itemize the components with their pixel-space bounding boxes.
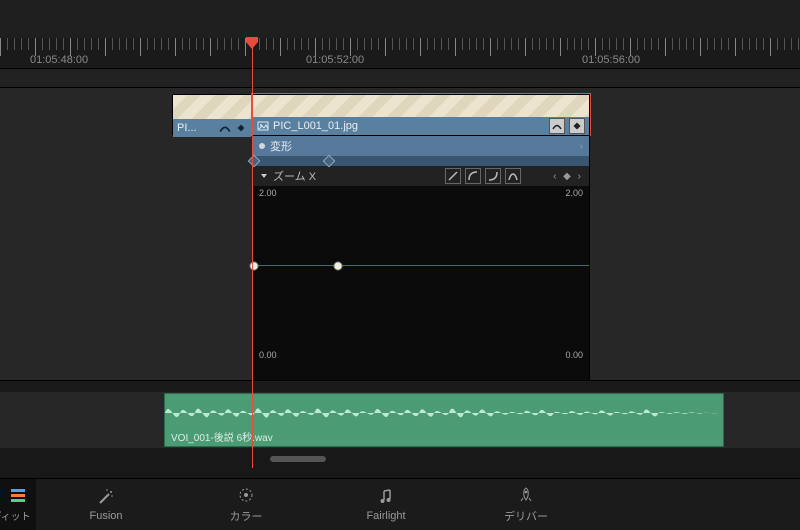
tab-deliver[interactable]: デリバー: [456, 479, 596, 530]
interp-linear-button[interactable]: [445, 168, 461, 184]
kf-dot-1[interactable]: [334, 262, 343, 271]
video-clip-a[interactable]: PI...: [172, 94, 252, 135]
kf-curve-line: [253, 265, 589, 266]
tab-edit[interactable]: ディット: [0, 479, 36, 530]
kf-section-label: 変形: [270, 138, 292, 154]
tab-fairlight-label: Fairlight: [366, 510, 405, 522]
tab-deliver-label: デリバー: [504, 508, 548, 524]
ruler-tc-0: 01:05:48:00: [30, 54, 88, 66]
tab-fairlight[interactable]: Fairlight: [316, 479, 456, 530]
color-wheel-icon: [237, 486, 255, 504]
dropdown-icon[interactable]: [259, 171, 269, 181]
ruler-tc-2: 01:05:56:00: [582, 54, 640, 66]
video-clip-b[interactable]: PIC_L001_01.jpg: [252, 94, 590, 135]
video-track-header-lane: [0, 68, 800, 88]
horizontal-scrollbar[interactable]: [270, 456, 326, 462]
kf-param-row: ズーム X ‹ ◆ ›: [253, 166, 589, 186]
interp-easein-button[interactable]: [465, 168, 481, 184]
tab-fusion[interactable]: Fusion: [36, 479, 176, 530]
edit-icon: [9, 486, 27, 504]
playhead-line[interactable]: [252, 38, 253, 468]
chevron-right-icon[interactable]: ›: [580, 141, 583, 152]
clip-a-diamond-icon[interactable]: [235, 122, 247, 134]
kf-marker-1[interactable]: [324, 156, 334, 166]
top-strip: [0, 0, 800, 38]
clip-b-filename: PIC_L001_01.jpg: [273, 120, 358, 132]
kf-param-label[interactable]: ズーム X: [273, 168, 316, 184]
page-tab-bar: ディット Fusion カラー Fairlight デリバー: [0, 478, 800, 530]
tab-color-label: カラー: [230, 508, 263, 524]
kf-marker-row[interactable]: [253, 156, 589, 166]
clip-b-thumb: [253, 95, 589, 117]
audio-clip[interactable]: VOI_001-後説 6秒.wav: [164, 393, 724, 447]
clip-a-label: PI...: [177, 122, 197, 134]
below-tracks: [0, 448, 800, 478]
keyframe-panel: 変形 › ズーム X ‹ ◆ › 2.00 2.00 0.00 0.00: [252, 135, 590, 381]
clip-b-curve-toggle[interactable]: [549, 118, 565, 134]
tab-color[interactable]: カラー: [176, 479, 316, 530]
rocket-icon: [517, 486, 535, 504]
kf-dot-0[interactable]: [250, 262, 259, 271]
interp-easeout-button[interactable]: [485, 168, 501, 184]
audio-waveform: [165, 394, 723, 432]
tab-edit-label: ディット: [0, 508, 31, 523]
wand-icon: [97, 488, 115, 506]
kf-val-topright: 2.00: [565, 188, 583, 198]
tab-fusion-label: Fusion: [89, 510, 122, 522]
playhead-handle[interactable]: [245, 36, 259, 48]
kf-section-header[interactable]: 変形 ›: [253, 136, 589, 156]
track-gap: [0, 380, 800, 392]
image-icon: [257, 120, 269, 132]
clip-b-keyframe-toggle[interactable]: [569, 118, 585, 134]
interp-bezier-button[interactable]: [505, 168, 521, 184]
music-note-icon: [377, 488, 395, 506]
clip-a-thumb: [173, 95, 251, 119]
audio-clip-filename: VOI_001-後説 6秒.wav: [171, 429, 273, 444]
bullet-icon: [259, 143, 265, 149]
kf-graph[interactable]: [253, 200, 589, 348]
timeline-ruler[interactable]: 01:05:48:00 01:05:52:00 01:05:56:00: [0, 38, 800, 68]
kf-val-botright: 0.00: [565, 350, 583, 360]
kf-val-topleft: 2.00: [259, 188, 277, 198]
kf-val-botleft: 0.00: [259, 350, 277, 360]
clip-a-curve-icon[interactable]: [219, 122, 231, 134]
kf-nav[interactable]: ‹ ◆ ›: [553, 171, 583, 182]
ruler-tc-1: 01:05:52:00: [306, 54, 364, 66]
